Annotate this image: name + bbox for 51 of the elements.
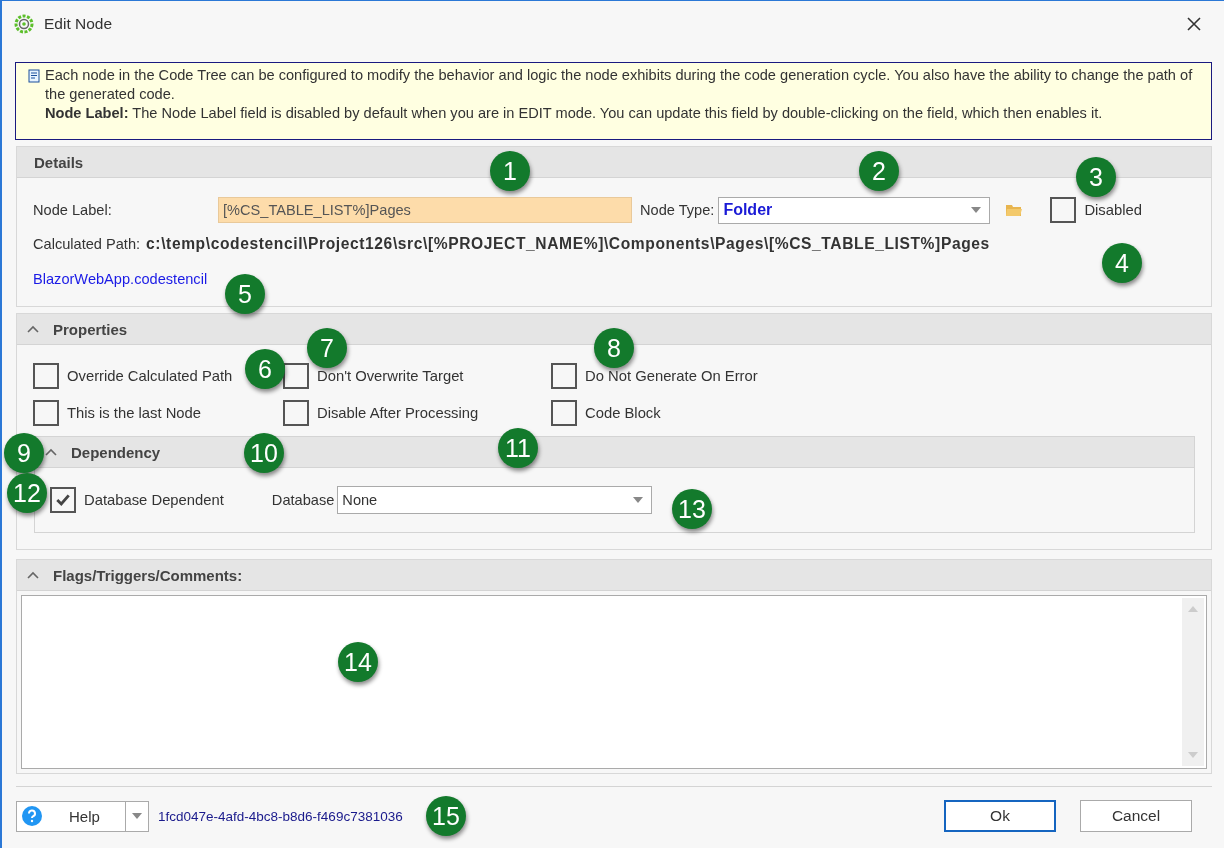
callout-badge: 15	[426, 796, 466, 836]
cancel-button[interactable]: Cancel	[1080, 800, 1192, 832]
help-button[interactable]: Help	[16, 800, 126, 832]
ok-button[interactable]: Ok	[944, 800, 1056, 832]
template-link[interactable]: BlazorWebApp.codestencil	[33, 271, 208, 287]
database-dropdown[interactable]: None	[337, 486, 653, 514]
field-label: Calculated Path:	[33, 236, 141, 252]
path-text: c:\temp\codestencil\Project126\src\[%PROJECT_NAME%]\Components\Pages\[%CS_TABLE_LIST%]Pages	[146, 235, 990, 253]
checkbox[interactable]	[50, 487, 76, 513]
checkbox-label: Disabled	[1084, 202, 1142, 218]
section-title: Flags/Triggers/Comments:	[53, 566, 243, 584]
comments-field[interactable]	[21, 595, 1207, 769]
help-icon	[22, 806, 42, 826]
checkbox[interactable]	[33, 363, 59, 389]
field-label: Node Type:	[640, 202, 715, 218]
info-text: Each node in the Code Tree can be configured to modify the behavior and logic the node exhibits during the code generation cycle. You also have the ability to change the path of the generated code.	[45, 66, 1194, 104]
checkbox-label: This is the last Node	[67, 405, 202, 421]
chevron-icon[interactable]	[27, 325, 39, 333]
node-type-dropdown[interactable]: Folder	[718, 196, 991, 224]
callout-badge: 12	[7, 473, 47, 513]
checkbox-label: Don't Overwrite Target	[317, 368, 464, 384]
close-icon[interactable]	[1186, 16, 1202, 32]
checkbox-label: Disable After Processing	[317, 405, 479, 421]
checkbox-label: Database Dependent	[84, 492, 224, 508]
caret-icon	[971, 207, 982, 213]
dropdown-button[interactable]	[126, 800, 149, 832]
checkbox-label: Code Block	[585, 405, 661, 421]
gear-icon	[14, 14, 34, 34]
chevron-icon[interactable]	[45, 448, 57, 456]
checkbox[interactable]	[283, 400, 309, 426]
callout-badge: 9	[4, 433, 44, 473]
checkbox-label: Override Calculated Path	[67, 368, 233, 384]
section-title: Details	[34, 153, 84, 171]
caret-icon	[633, 497, 644, 503]
node-id: 1fcd047e-4afd-4bc8-b8d6-f469c7381036	[158, 808, 403, 824]
section-title: Properties	[53, 320, 128, 338]
field-label: Node Label:	[33, 202, 113, 218]
checkbox[interactable]	[33, 400, 59, 426]
caret-icon	[132, 813, 142, 819]
section-title: Dependency	[71, 443, 161, 461]
node-label-field[interactable]: [%CS_TABLE_LIST%]Pages	[218, 197, 632, 223]
checkbox[interactable]	[1050, 197, 1077, 223]
info-text: Node Label: The Node Label field is disabled by default when you are in EDIT mode. You can update this field by double-clicking on the field, which then enables it.	[45, 104, 1104, 123]
checkbox[interactable]	[551, 400, 577, 426]
note-icon	[28, 69, 40, 83]
checkbox[interactable]	[551, 363, 577, 389]
field-label: Database	[271, 492, 335, 508]
checkbox-label: Do Not Generate On Error	[585, 368, 758, 384]
window-title: Edit Node	[44, 15, 113, 33]
check-icon	[55, 492, 71, 508]
chevron-icon[interactable]	[27, 571, 39, 579]
